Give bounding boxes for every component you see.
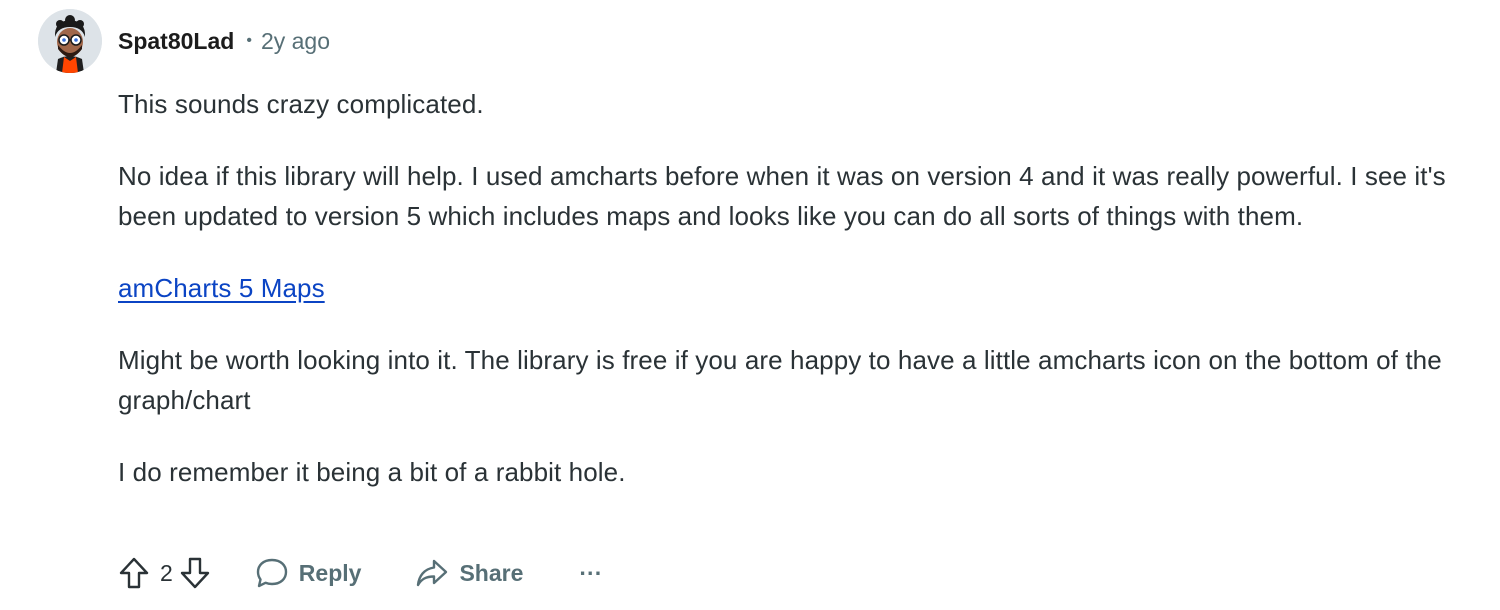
comment-paragraph: No idea if this library will help. I use…	[118, 161, 1446, 231]
comment: Spat80Lad • 2y ago This sounds crazy com…	[0, 0, 1500, 610]
avatar[interactable]	[38, 9, 102, 73]
upvote-button[interactable]	[114, 553, 154, 593]
upvote-arrow-icon	[119, 557, 149, 589]
reply-label: Reply	[298, 559, 362, 586]
comment-timestamp[interactable]: 2y ago	[261, 28, 330, 55]
comment-link-paragraph: amCharts 5 Maps	[118, 268, 1490, 308]
avatar-image	[38, 9, 102, 73]
comment-paragraph: This sounds crazy complicated.	[118, 89, 484, 119]
author-username[interactable]: Spat80Lad	[118, 28, 234, 55]
comment-paragraph: Might be worth looking into it. The libr…	[118, 345, 1442, 415]
speech-bubble-icon	[256, 558, 287, 588]
more-options-button[interactable]: ···	[579, 553, 602, 593]
reply-button[interactable]: Reply	[255, 553, 362, 593]
downvote-arrow-icon	[180, 557, 209, 589]
comment-paragraph: I do remember it being a bit of a rabbit…	[118, 457, 626, 487]
comment-body: This sounds crazy complicated. No idea i…	[118, 84, 1490, 524]
share-button[interactable]: Share	[415, 553, 523, 593]
downvote-button[interactable]	[175, 553, 215, 593]
comment-meta: Spat80Lad • 2y ago	[118, 26, 330, 56]
amcharts-maps-link[interactable]: amCharts 5 Maps	[118, 273, 325, 303]
share-arrow-icon	[417, 559, 448, 587]
ellipsis-icon: ···	[579, 559, 603, 586]
share-label: Share	[459, 559, 524, 586]
meta-separator: •	[246, 32, 252, 49]
comment-action-bar: 2 Reply Share ···	[114, 552, 602, 594]
vote-score: 2	[160, 559, 173, 586]
